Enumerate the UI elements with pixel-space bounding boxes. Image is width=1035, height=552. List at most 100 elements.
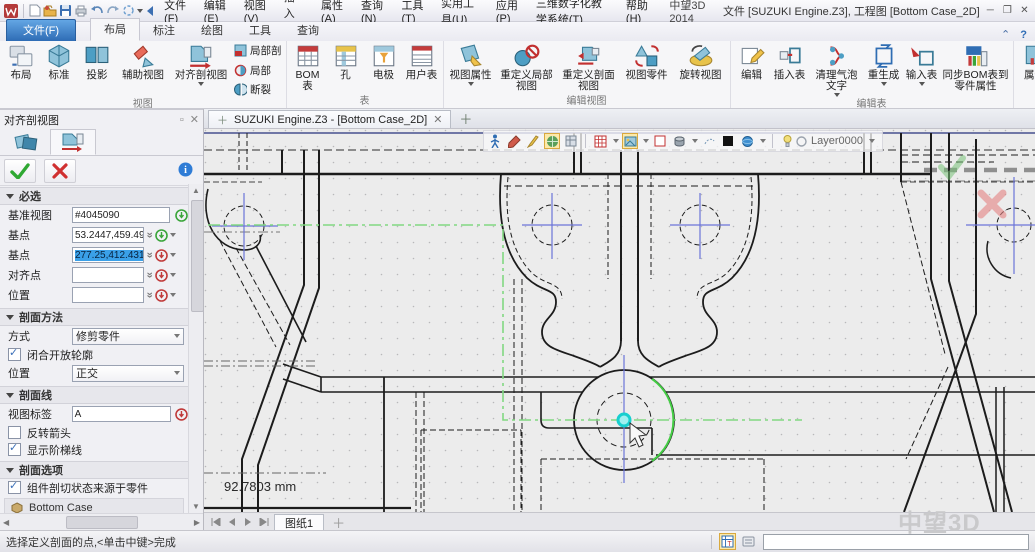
cancel-button[interactable] [44, 159, 76, 183]
tab-dimension[interactable]: 标注 [140, 20, 188, 41]
align-point-expand-icon[interactable]: » [144, 270, 156, 281]
restore-button[interactable]: ❐ [1001, 3, 1014, 18]
aligned-section-view-button[interactable]: 对齐剖视图 [170, 42, 232, 87]
new-tab-icon[interactable]: ＋ [451, 109, 480, 128]
view-attributes-caret-icon[interactable] [468, 82, 474, 86]
image-display-icon[interactable] [622, 133, 638, 149]
component-state-row[interactable]: 组件剖切状态来源于零件 [0, 479, 188, 496]
redefine-section-view-button[interactable]: 重定义剖面视图 [558, 42, 620, 93]
color-swatch-black[interactable] [720, 133, 736, 149]
orientation-dropdown[interactable]: 正交 [72, 365, 184, 382]
next-sheet-icon[interactable] [241, 518, 254, 528]
undo-icon[interactable] [90, 3, 104, 19]
edit-pencil-icon[interactable] [506, 133, 522, 149]
panel-horizontal-scrollbar[interactable]: ◀ ▶ [0, 513, 203, 530]
base-point1-expand-icon[interactable]: » [144, 230, 156, 241]
background-image-icon[interactable] [544, 133, 560, 149]
tab-layout[interactable]: 布局 [90, 18, 140, 41]
prompt-toggle-icon[interactable]: T [719, 533, 736, 550]
panel-hscroll-thumb[interactable] [66, 516, 138, 529]
exit-sketch-icon[interactable] [487, 133, 503, 149]
local-section-button[interactable]: 局部剖 [234, 43, 282, 58]
tab-tools[interactable]: 工具 [236, 20, 284, 41]
grid-toggle-icon[interactable] [592, 133, 608, 149]
base-point2-caret-icon[interactable] [170, 253, 176, 257]
layout-button[interactable]: 布局 [2, 42, 40, 82]
snap-point[interactable] [618, 414, 630, 426]
tab-inquire[interactable]: 查询 [284, 20, 332, 41]
clean-balloon-text-button[interactable]: 清理气泡文字 [809, 42, 865, 98]
panel-vertical-scrollbar[interactable]: ▲ ▼ [188, 184, 203, 513]
align-point-caret-icon[interactable] [170, 273, 176, 277]
confirm-button[interactable] [4, 159, 36, 183]
method-dropdown[interactable]: 修剪零件 [72, 328, 184, 345]
grid-caret-icon[interactable] [613, 139, 619, 143]
tab-close-icon[interactable]: ✕ [433, 113, 442, 126]
sync-bom-button[interactable]: 同步BOM表到零件属性 [941, 42, 1011, 93]
import-table-button[interactable]: 输入表 [903, 42, 941, 87]
local-view-button[interactable]: 局部 [234, 63, 282, 78]
qat-caret-icon[interactable] [137, 9, 143, 13]
broken-view-button[interactable]: 断裂 [234, 82, 282, 97]
first-sheet-icon[interactable] [208, 518, 224, 528]
base-point2-input[interactable]: 277.25,412.431 [72, 247, 144, 263]
view-tag-input[interactable]: A [72, 406, 171, 422]
collapse-ribbon-icon[interactable]: ⌃ [1001, 28, 1010, 41]
show-step-row[interactable]: 显示阶梯线 [0, 441, 188, 458]
tab-drawing[interactable]: 绘图 [188, 20, 236, 41]
shade-mode-icon[interactable] [671, 133, 687, 149]
collapse-left-icon[interactable] [145, 3, 155, 19]
component-state-checkbox[interactable] [8, 481, 21, 494]
history-list-icon[interactable] [740, 533, 757, 550]
align-point-input[interactable] [72, 267, 144, 283]
info-button[interactable]: i [178, 162, 193, 180]
hole-table-button[interactable]: 孔 [327, 42, 365, 82]
pattern-display-icon[interactable] [701, 133, 717, 149]
material-sphere-icon[interactable] [739, 133, 755, 149]
document-tab[interactable]: ＋ SUZUKI Engine.Z3 - [Bottom Case_2D] ✕ [208, 110, 451, 128]
auxiliary-view-button[interactable]: 辅助视图 [116, 42, 170, 82]
section-options[interactable]: 剖面选项 [0, 461, 188, 479]
standard-view-button[interactable]: 标准 [40, 42, 78, 82]
tab-pin-icon[interactable]: ＋ [217, 112, 228, 128]
sheet-attributes-button[interactable]: 属性 [1016, 42, 1035, 82]
clean-balloon-caret-icon[interactable] [834, 93, 840, 97]
bom-table-button[interactable]: BOM表 [289, 42, 327, 93]
drawing-canvas[interactable]: Layer0000 92.7803 mm [204, 129, 1035, 512]
edit-table-button[interactable]: 编辑 [733, 42, 771, 82]
regenerate-caret-icon[interactable] [881, 82, 887, 86]
location-input[interactable] [72, 287, 144, 303]
small-table-icon[interactable] [563, 133, 579, 149]
redo-icon[interactable] [106, 3, 120, 19]
panel-dock-icon[interactable]: ▫ [180, 114, 184, 126]
close-profile-checkbox[interactable] [8, 348, 21, 361]
regenerate-button[interactable]: 重生成 [865, 42, 903, 87]
close-profile-row[interactable]: 闭合开放轮廓 [0, 346, 188, 363]
user-table-button[interactable]: 用户表 [403, 42, 441, 82]
section-line[interactable]: 剖面线 [0, 386, 188, 404]
prev-sheet-icon[interactable] [226, 518, 239, 528]
panel-tab-aligned-section[interactable] [50, 129, 96, 155]
base-point2-expand-icon[interactable]: » [144, 250, 156, 261]
open-file-icon[interactable] [43, 3, 57, 19]
paintbrush-icon[interactable] [525, 133, 541, 149]
electrode-table-button[interactable]: 电极 [365, 42, 403, 82]
flip-arrow-row[interactable]: 反转箭头 [0, 424, 188, 441]
show-step-checkbox[interactable] [8, 443, 21, 456]
rotate-view-button[interactable]: 旋转视图 [674, 42, 728, 82]
new-file-icon[interactable] [29, 3, 41, 19]
base-point1-pick-icon[interactable] [155, 229, 168, 242]
print-icon[interactable] [74, 3, 88, 19]
flip-arrow-checkbox[interactable] [8, 426, 21, 439]
view-part-button[interactable]: 视图零件 [620, 42, 674, 82]
base-point2-pick-icon[interactable] [155, 249, 168, 262]
regen-icon[interactable] [122, 3, 135, 19]
last-sheet-icon[interactable] [256, 518, 272, 528]
import-table-caret-icon[interactable] [919, 82, 925, 86]
location-expand-icon[interactable]: » [144, 290, 156, 301]
command-input[interactable] [763, 534, 1029, 550]
file-menu-button[interactable]: 文件(F) [6, 19, 76, 41]
close-button[interactable]: ✕ [1018, 3, 1031, 18]
panel-close-icon[interactable]: ✕ [190, 113, 199, 126]
section-required[interactable]: 必选 [0, 187, 188, 205]
